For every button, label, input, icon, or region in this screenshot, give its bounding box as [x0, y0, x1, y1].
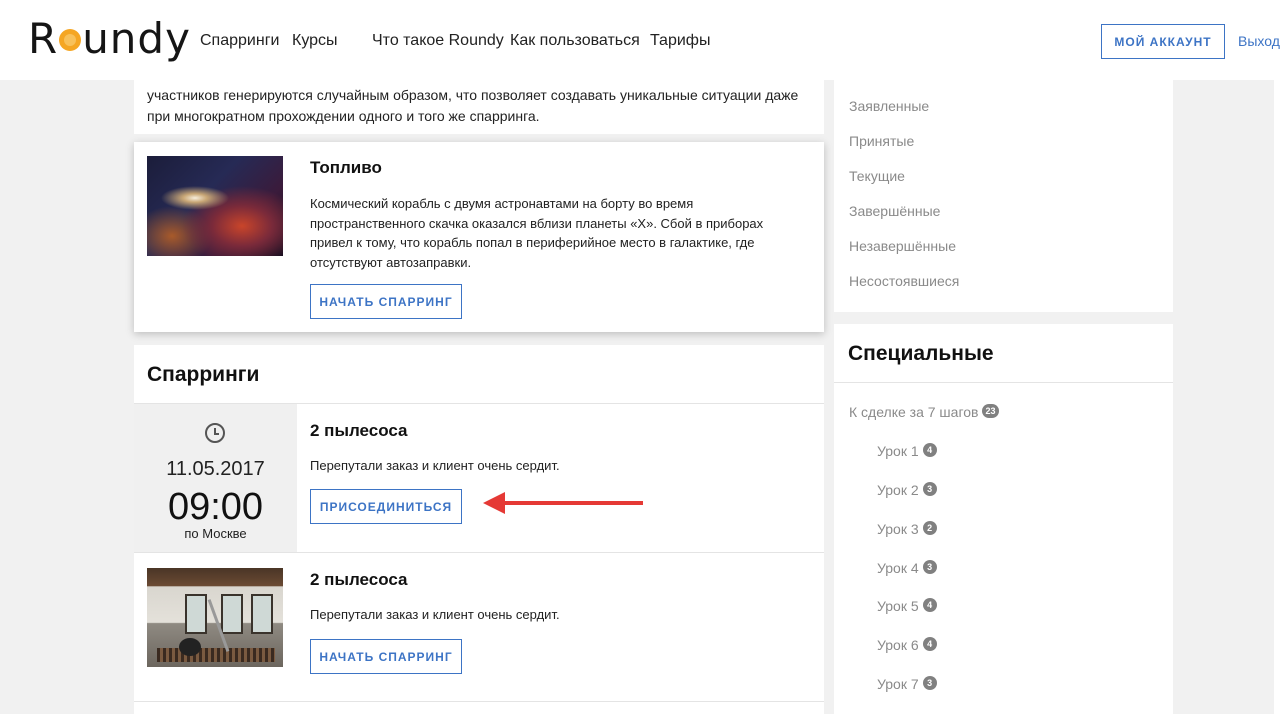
- count-badge: 4: [922, 443, 937, 458]
- lesson-item[interactable]: Урок 14: [877, 443, 937, 459]
- sparring-title[interactable]: 2 пылесоса: [310, 570, 408, 590]
- lesson-item[interactable]: Урок 54: [877, 598, 937, 614]
- lesson-item[interactable]: Урок 43: [877, 560, 937, 576]
- intro-text: участников генерируются случайным образо…: [147, 87, 799, 124]
- special-heading: Специальные: [848, 342, 994, 365]
- count-badge: 4: [922, 637, 937, 652]
- sparrings-heading: Спарринги: [147, 363, 260, 386]
- roundy-logo[interactable]: Rundy: [28, 14, 191, 66]
- course-item[interactable]: К сделке за 7 шагов 23: [849, 404, 999, 420]
- start-sparring-button[interactable]: НАЧАТЬ СПАРРИНГ: [310, 284, 462, 319]
- filter-declared[interactable]: Заявленные: [849, 98, 929, 114]
- filter-completed[interactable]: Завершённые: [849, 203, 940, 219]
- sparring-time: 09:00: [167, 486, 264, 528]
- page-scrollbar[interactable]: [1274, 80, 1280, 714]
- nav-pricing[interactable]: Тарифы: [650, 32, 710, 50]
- clock-icon: [205, 423, 225, 443]
- count-badge: 3: [922, 482, 937, 497]
- sparring-description: Перепутали заказ и клиент очень сердит.: [310, 607, 560, 622]
- lesson-item[interactable]: Урок 73: [877, 676, 937, 692]
- nav-sparrings[interactable]: Спарринги: [200, 32, 279, 50]
- window-shape: [185, 594, 207, 634]
- count-badge: 4: [922, 598, 937, 613]
- start-sparring-button-2[interactable]: НАЧАТЬ СПАРРИНГ: [310, 639, 462, 674]
- top-navigation-bar: Rundy Спарринги Курсы Что такое Roundy К…: [0, 0, 1280, 80]
- filter-current[interactable]: Текущие: [849, 168, 905, 184]
- nav-how-to-use[interactable]: Как пользоваться: [510, 32, 640, 50]
- featured-title: Топливо: [310, 158, 382, 177]
- sparring-description: Перепутали заказ и клиент очень сердит.: [310, 458, 560, 473]
- divider: [134, 552, 824, 553]
- vacuum-shape: [179, 638, 201, 656]
- nav-what-is-roundy[interactable]: Что такое Roundy: [372, 32, 504, 50]
- filter-accepted[interactable]: Принятые: [849, 133, 914, 149]
- filter-incomplete[interactable]: Незавершённые: [849, 238, 956, 254]
- count-badge: 2: [922, 521, 937, 536]
- red-arrow-annotation: [483, 492, 643, 514]
- count-badge: 23: [982, 404, 999, 419]
- lesson-item[interactable]: Урок 64: [877, 637, 937, 653]
- sparring-title[interactable]: 2 пылесоса: [310, 421, 408, 441]
- sparring-timezone: по Москве: [184, 526, 247, 541]
- galaxy-image: [147, 156, 283, 256]
- divider: [834, 382, 1173, 383]
- vacuum-room-image: [147, 568, 283, 667]
- my-account-button[interactable]: МОЙ АККАУНТ: [1101, 24, 1225, 59]
- filter-cancelled[interactable]: Несостоявшиеся: [849, 273, 959, 289]
- sparring-date: 11.05.2017: [166, 458, 265, 480]
- lesson-item[interactable]: Урок 32: [877, 521, 937, 537]
- divider: [134, 701, 824, 702]
- window-shape: [221, 594, 243, 634]
- count-badge: 3: [922, 676, 937, 691]
- rug-shape: [157, 648, 275, 662]
- window-shape: [251, 594, 273, 634]
- nav-courses[interactable]: Курсы: [292, 32, 338, 50]
- join-button[interactable]: ПРИСОЕДИНИТЬСЯ: [310, 489, 462, 524]
- lesson-item[interactable]: Урок 23: [877, 482, 937, 498]
- featured-description: Космический корабль с двумя астронавтами…: [310, 196, 764, 270]
- logout-link[interactable]: Выход: [1238, 33, 1280, 49]
- logo-sun-icon: [59, 28, 82, 51]
- count-badge: 3: [922, 560, 937, 575]
